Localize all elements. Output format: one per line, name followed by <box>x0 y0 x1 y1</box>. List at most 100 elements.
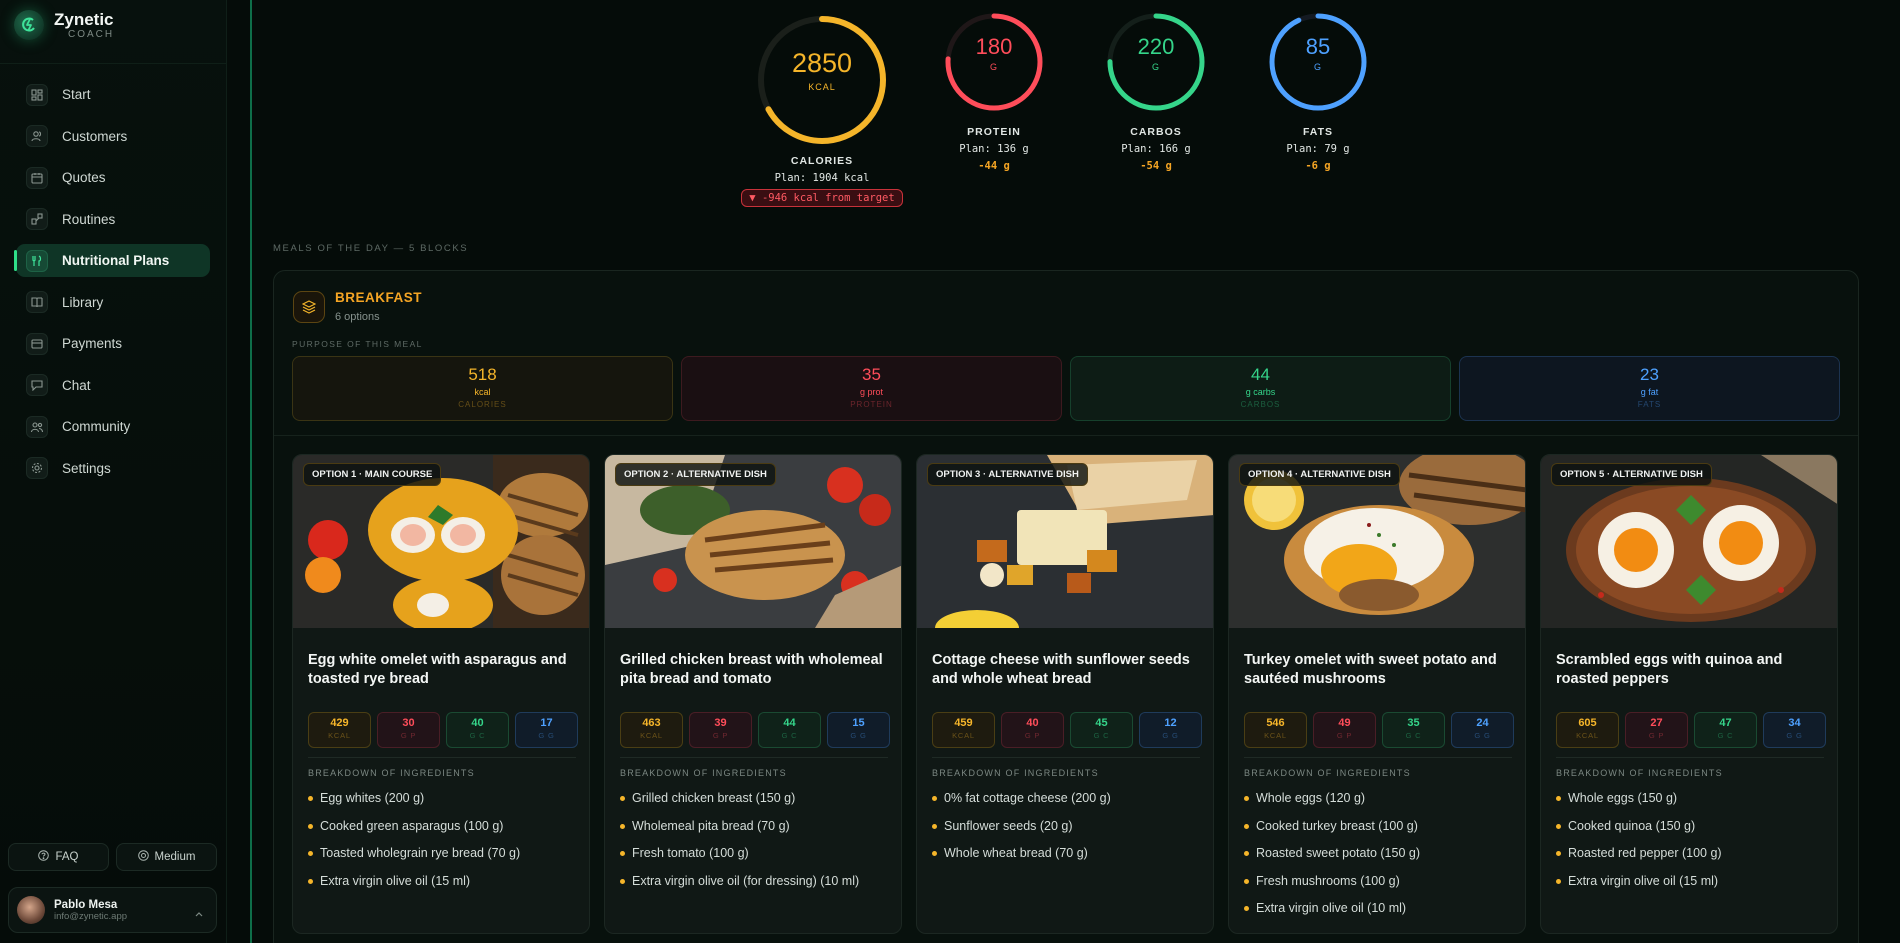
divider <box>274 435 1858 436</box>
macro-value: 27 <box>1650 717 1663 729</box>
sidebar-item-community[interactable]: Community <box>16 410 210 443</box>
macro-fats: 12 G G <box>1139 712 1202 748</box>
ingredient-item: Extra virgin olive oil (for dressing) (1… <box>620 874 859 902</box>
sidebar-item-start[interactable]: Start <box>16 78 210 111</box>
sidebar-item-customers[interactable]: Customers <box>16 120 210 153</box>
target-fats-unit: g fat <box>1640 387 1659 397</box>
target-protein-value: 35 <box>862 365 881 384</box>
user-menu[interactable]: Pablo Mesa info@zynetic.app <box>8 887 217 933</box>
carbs-unit: G <box>1151 62 1160 72</box>
macro-value: 30 <box>402 717 415 729</box>
meals-caption: MEALS OF THE DAY — 5 BLOCKS <box>273 243 469 254</box>
option-badge: OPTION 3 · ALTERNATIVE DISH <box>927 463 1088 486</box>
macro-label: G G <box>1786 731 1803 740</box>
meal-option-card[interactable]: OPTION 5 · ALTERNATIVE DISH Scrambled eg… <box>1540 454 1838 934</box>
macro-protein: 30 G P <box>377 712 440 748</box>
sidebar-item-chat[interactable]: Chat <box>16 369 210 402</box>
meal-option-card[interactable]: OPTION 1 · MAIN COURSE Egg white omelet … <box>292 454 590 934</box>
faq-button[interactable]: FAQ <box>8 843 109 871</box>
divider <box>1244 757 1512 758</box>
sidebar-item-settings[interactable]: Settings <box>16 452 210 485</box>
faq-label: FAQ <box>55 851 79 863</box>
macro-value: 12 <box>1164 717 1177 729</box>
target-protein-label: PROTEIN <box>850 400 893 409</box>
gear-icon <box>26 457 48 479</box>
sidebar-item-quotes[interactable]: Quotes <box>16 161 210 194</box>
sidebar-item-library[interactable]: Library <box>16 286 210 319</box>
sidebar-item-routines[interactable]: Routines <box>16 203 210 236</box>
macro-value: 39 <box>714 717 727 729</box>
fats-unit: G <box>1313 62 1322 72</box>
theme-button[interactable]: Medium <box>116 843 217 871</box>
ingredients-caption: BREAKDOWN OF INGREDIENTS <box>308 768 475 778</box>
sidebar-item-payments[interactable]: Payments <box>16 327 210 360</box>
macro-value: 40 <box>1026 717 1039 729</box>
carbs-value: 220 <box>1137 34 1175 59</box>
macro-carbs: 44 G C <box>758 712 821 748</box>
ingredient-item: Roasted red pepper (100 g) <box>1556 846 1722 874</box>
macro-value: 459 <box>954 717 973 729</box>
ingredient-item: 0% fat cottage cheese (200 g) <box>932 791 1111 819</box>
ingredient-item: Whole wheat bread (70 g) <box>932 846 1111 874</box>
sidebar: Zynetic COACH Start Customers Quotes Rou… <box>0 0 227 943</box>
macro-fats: 34 G G <box>1763 712 1826 748</box>
target-protein-unit: g prot <box>859 387 883 397</box>
target-calories-unit: kcal <box>474 387 491 397</box>
daily-summary: 2850 KCAL CALORIES Plan: 1904 kcal ▼ -94… <box>740 0 1400 220</box>
target-carbs: 44 g carbs CARBOS <box>1070 356 1451 421</box>
protein-label: PROTEIN <box>967 126 1021 138</box>
option-badge: OPTION 2 · ALTERNATIVE DISH <box>615 463 776 486</box>
dish-macros: 463 KCAL 39 G P 44 G C 15 G G <box>620 712 890 748</box>
macro-label: G P <box>1024 731 1041 740</box>
macro-value: 45 <box>1095 717 1108 729</box>
macro-value: 44 <box>783 717 796 729</box>
calories-value: 2850 <box>791 48 853 78</box>
meal-options-count: 6 options <box>335 311 380 323</box>
option-badge: OPTION 5 · ALTERNATIVE DISH <box>1551 463 1712 486</box>
divider <box>932 757 1200 758</box>
fats-plan: Plan: 79 g <box>1286 143 1350 155</box>
ingredient-item: Cooked green asparagus (100 g) <box>308 819 520 847</box>
macro-label: G G <box>538 731 555 740</box>
macro-label: G P <box>400 731 417 740</box>
meal-option-card[interactable]: OPTION 4 · ALTERNATIVE DISH Turkey omele… <box>1228 454 1526 934</box>
ingredient-item: Fresh tomato (100 g) <box>620 846 859 874</box>
ingredient-item: Toasted wholegrain rye bread (70 g) <box>308 846 520 874</box>
target-fats-value: 23 <box>1640 365 1659 384</box>
meal-option-card[interactable]: OPTION 3 · ALTERNATIVE DISH Cottage chee… <box>916 454 1214 934</box>
meal-targets: 518 kcal CALORIES 35 g prot PROTEIN 44 g… <box>292 356 1840 421</box>
chevron-up-icon <box>194 905 204 923</box>
macro-value: 605 <box>1578 717 1597 729</box>
macro-label: KCAL <box>1576 731 1599 740</box>
sidebar-item-label: Chat <box>62 377 91 393</box>
macro-kcal: 463 KCAL <box>620 712 683 748</box>
macro-protein: 39 G P <box>689 712 752 748</box>
community-icon <box>26 415 48 438</box>
meal-option-card[interactable]: OPTION 2 · ALTERNATIVE DISH Grilled chic… <box>604 454 902 934</box>
macro-fats: 24 G G <box>1451 712 1514 748</box>
macro-label: G G <box>850 731 867 740</box>
sidebar-item-nutritional-plans[interactable]: Nutritional Plans <box>14 244 210 277</box>
ingredient-item: Whole eggs (150 g) <box>1556 791 1722 819</box>
divider <box>0 63 226 64</box>
protein-unit: G <box>989 62 998 72</box>
divider <box>308 757 576 758</box>
dish-title: Turkey omelet with sweet potato and saut… <box>1244 652 1497 687</box>
macro-carbs: 35 G C <box>1382 712 1445 748</box>
users-icon <box>26 125 48 147</box>
ingredient-item: Extra virgin olive oil (15 ml) <box>1556 874 1722 902</box>
layers-icon[interactable] <box>293 291 325 323</box>
ingredient-item: Roasted sweet potato (150 g) <box>1244 846 1420 874</box>
purpose-caption: PURPOSE OF THIS MEAL <box>292 339 423 349</box>
ingredient-item: Wholemeal pita bread (70 g) <box>620 819 859 847</box>
book-icon <box>26 291 48 313</box>
macro-label: G C <box>469 731 486 740</box>
dish-title: Scrambled eggs with quinoa and roasted p… <box>1556 652 1783 687</box>
brand[interactable]: Zynetic COACH <box>14 10 114 40</box>
brand-name: Zynetic <box>54 9 114 29</box>
divider <box>1556 757 1824 758</box>
macro-label: G G <box>1474 731 1491 740</box>
meal-block-breakfast: BREAKFAST 6 options PURPOSE OF THIS MEAL… <box>273 270 1859 943</box>
card-icon <box>26 332 48 355</box>
macro-protein: 27 G P <box>1625 712 1688 748</box>
